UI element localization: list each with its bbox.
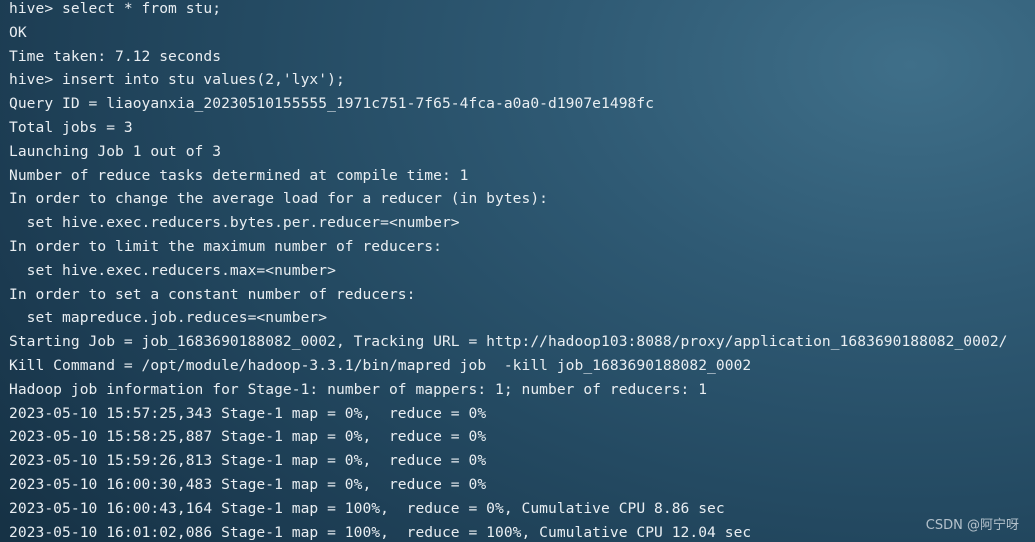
terminal-line: Total jobs = 3 <box>9 118 133 136</box>
terminal-line: OK <box>9 23 27 41</box>
terminal-line: 2023-05-10 16:00:30,483 Stage-1 map = 0%… <box>9 475 487 493</box>
terminal-line: Launching Job 1 out of 3 <box>9 142 222 160</box>
terminal-line: Query ID = liaoyanxia_20230510155555_197… <box>9 95 655 113</box>
terminal-line: set mapreduce.job.reduces=<number> <box>9 309 328 327</box>
terminal-line: 2023-05-10 16:01:02,086 Stage-1 map = 10… <box>9 523 752 541</box>
terminal-line: 2023-05-10 15:59:26,813 Stage-1 map = 0%… <box>9 452 487 470</box>
terminal-line: In order to limit the maximum number of … <box>9 237 442 255</box>
terminal-line: In order to set a constant number of red… <box>9 285 416 303</box>
terminal-line: In order to change the average load for … <box>9 190 549 208</box>
terminal-line: 2023-05-10 15:58:25,887 Stage-1 map = 0%… <box>9 428 487 446</box>
terminal-line: set hive.exec.reducers.bytes.per.reducer… <box>9 214 460 232</box>
terminal-line: Kill Command = /opt/module/hadoop-3.3.1/… <box>9 356 752 374</box>
terminal-line: set hive.exec.reducers.max=<number> <box>9 261 336 279</box>
terminal-line: hive> select * from stu; <box>9 0 222 17</box>
terminal-line: hive> insert into stu values(2,'lyx'); <box>9 71 345 89</box>
terminal-line: Starting Job = job_1683690188082_0002, T… <box>9 333 1008 351</box>
terminal-line: Hadoop job information for Stage-1: numb… <box>9 380 708 398</box>
terminal-window[interactable]: hive> select * from stu; OK Time taken: … <box>0 0 1035 542</box>
csdn-watermark: CSDN @阿宁呀 <box>925 518 1019 533</box>
terminal-line: 2023-05-10 16:00:43,164 Stage-1 map = 10… <box>9 499 725 517</box>
terminal-line: Number of reduce tasks determined at com… <box>9 166 469 184</box>
terminal-line: Time taken: 7.12 seconds <box>9 47 222 65</box>
terminal-line: 2023-05-10 15:57:25,343 Stage-1 map = 0%… <box>9 404 487 422</box>
terminal-output: hive> select * from stu; OK Time taken: … <box>9 0 1008 542</box>
